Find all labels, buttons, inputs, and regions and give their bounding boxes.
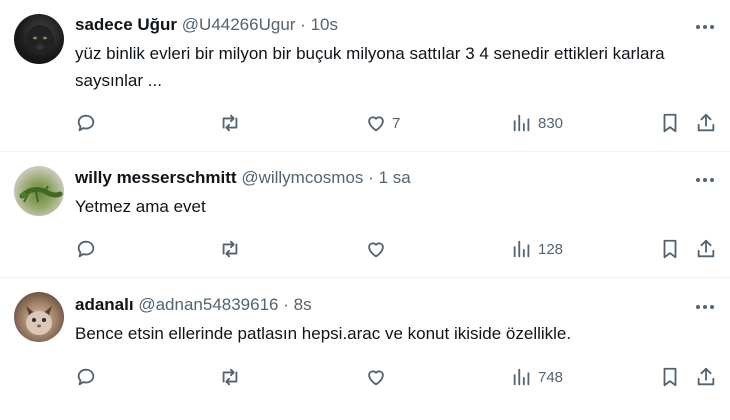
views-count: 748 (538, 368, 564, 386)
views-button[interactable]: 748 (511, 365, 563, 389)
user-handle[interactable]: @U44266Ugur (182, 15, 296, 34)
retweet-button[interactable] (219, 365, 241, 389)
tweet-text: Bence etsin ellerinde patlasın hepsi.ara… (75, 324, 572, 343)
tweet-text: Yetmez ama evet (75, 197, 206, 216)
heart-icon (368, 242, 384, 258)
tweet-header: sadece Uğur @U44266Ugur · 10s (75, 14, 716, 36)
views-count: 830 (538, 114, 564, 132)
retweet-button[interactable] (219, 111, 241, 135)
views-chart-icon (513, 240, 530, 258)
separator-dot: · (300, 15, 306, 34)
views-count: 128 (538, 240, 564, 258)
tweet-2[interactable]: willy messerschmitt @willymcosmos · 1 sa… (0, 152, 730, 278)
bookmark-icon (663, 113, 677, 133)
tweet-header: adanalı @adnan54839616 · 8s (75, 294, 716, 316)
reply-button[interactable] (75, 237, 97, 261)
timestamp[interactable]: 8s (294, 295, 312, 314)
like-button[interactable] (365, 365, 392, 389)
views-chart-icon (513, 368, 530, 386)
more-options-icon[interactable] (694, 16, 716, 38)
user-handle[interactable]: @adnan54839616 (138, 295, 278, 314)
timestamp[interactable]: 1 sa (379, 168, 411, 187)
lizard-avatar-image (19, 185, 63, 203)
like-count: 7 (392, 114, 401, 132)
share-icon (697, 239, 715, 258)
more-options-icon[interactable] (694, 169, 716, 191)
heart-icon (368, 370, 384, 386)
display-name[interactable]: adanalı (75, 295, 134, 314)
share-button[interactable] (695, 365, 717, 389)
timestamp[interactable]: 10s (311, 15, 338, 34)
more-options-icon[interactable] (694, 296, 716, 318)
heart-icon (368, 116, 384, 132)
avatar[interactable] (14, 292, 64, 342)
tweet-1[interactable]: sadece Uğur @U44266Ugur · 10s yüz binlik… (0, 0, 730, 152)
share-button[interactable] (695, 237, 717, 261)
share-icon (697, 113, 715, 132)
reply-icon (77, 114, 95, 132)
share-icon (697, 367, 715, 386)
reply-icon (77, 368, 95, 386)
display-name[interactable]: willy messerschmitt (75, 168, 237, 187)
views-chart-icon (513, 114, 530, 132)
reply-button[interactable] (75, 111, 97, 135)
action-bar: 128 (75, 237, 716, 261)
panther-avatar-image (26, 25, 54, 55)
action-bar: 748 (75, 365, 716, 389)
user-handle[interactable]: @willymcosmos (241, 168, 363, 187)
bookmark-button[interactable] (659, 365, 681, 389)
retweet-icon (222, 240, 238, 258)
avatar[interactable] (14, 166, 64, 216)
tweet-text: yüz binlik evleri bir milyon bir buçuk m… (75, 44, 665, 90)
share-button[interactable] (695, 111, 717, 135)
retweet-button[interactable] (219, 237, 241, 261)
tweet-3[interactable]: adanalı @adnan54839616 · 8s Bence etsin … (0, 278, 730, 420)
bookmark-button[interactable] (659, 111, 681, 135)
retweet-icon (222, 114, 238, 132)
views-button[interactable]: 830 (511, 111, 563, 135)
separator-dot: · (283, 295, 289, 314)
tweet-header: willy messerschmitt @willymcosmos · 1 sa (75, 167, 716, 189)
action-bar: 7 830 (75, 111, 716, 135)
reply-icon (77, 240, 95, 258)
avatar[interactable] (14, 14, 64, 64)
like-button[interactable]: 7 (365, 111, 400, 135)
bookmark-button[interactable] (659, 237, 681, 261)
cat-avatar-image (26, 306, 52, 335)
display-name[interactable]: sadece Uğur (75, 15, 177, 34)
bookmark-icon (663, 239, 677, 259)
like-button[interactable] (365, 237, 392, 261)
reply-button[interactable] (75, 365, 97, 389)
separator-dot: · (368, 168, 374, 187)
retweet-icon (222, 368, 238, 386)
bookmark-icon (663, 367, 677, 387)
views-button[interactable]: 128 (511, 237, 563, 261)
